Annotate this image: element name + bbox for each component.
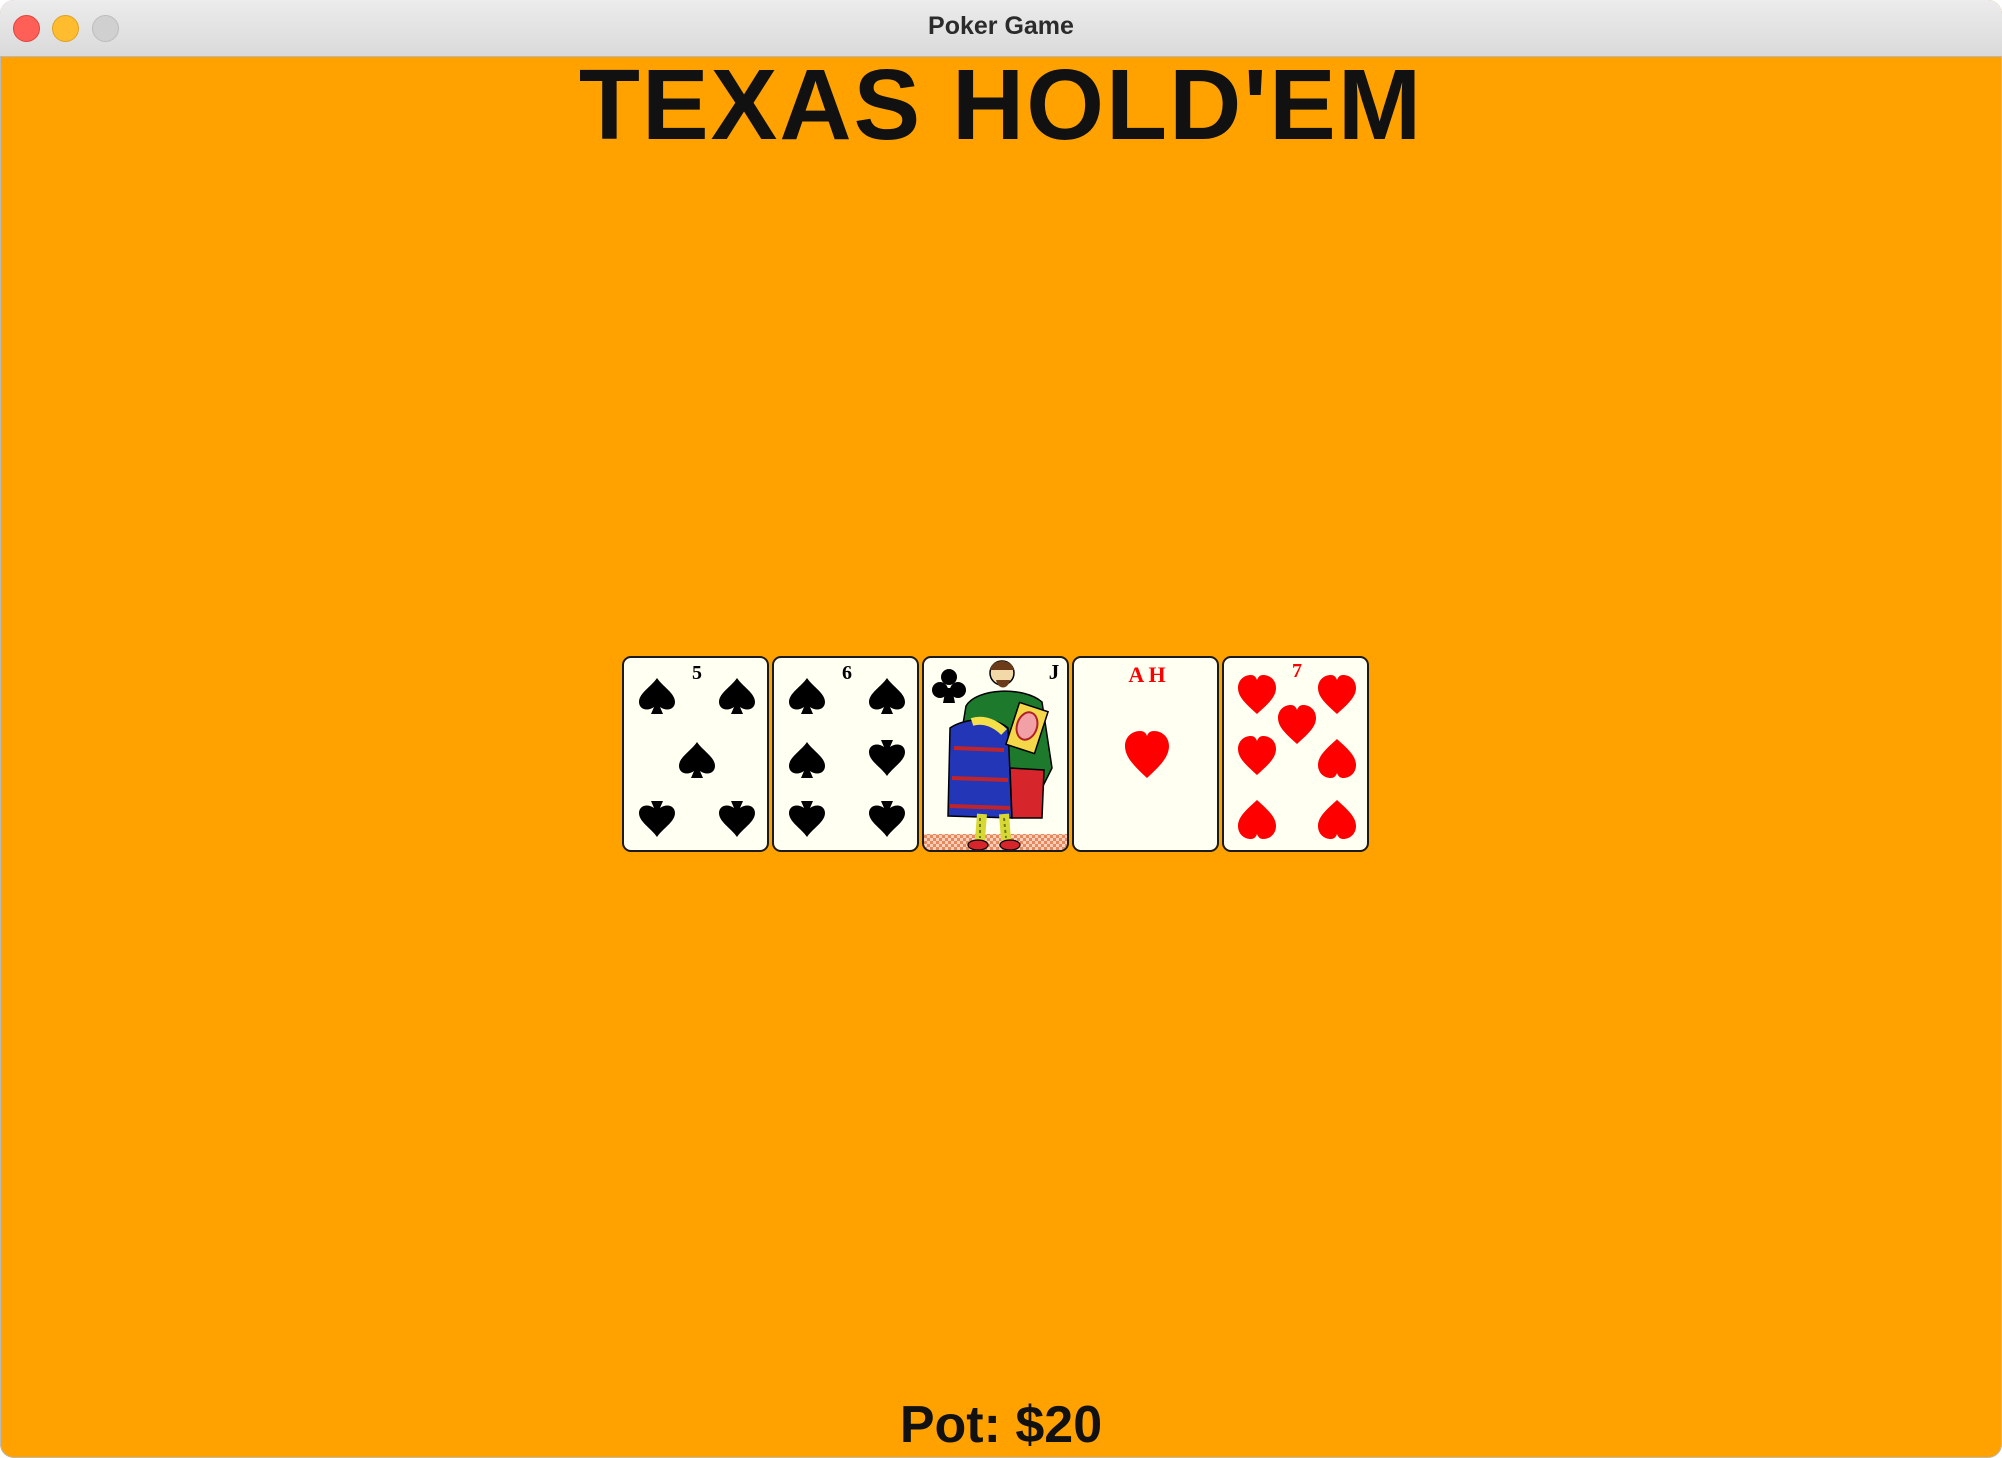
card-rank: 7	[1292, 660, 1302, 682]
card-ace-hearts[interactable]: A H	[1072, 656, 1219, 852]
card-rank: 5	[692, 662, 702, 684]
card-rank: 6	[842, 662, 852, 684]
pot-label: Pot: $20	[899, 1396, 1103, 1454]
card-5-spades[interactable]: 5	[622, 656, 769, 852]
spade-pips-icon	[639, 678, 755, 837]
window-title: Poker Game	[928, 12, 1074, 40]
jack-figure-icon	[924, 660, 1067, 850]
card-6-spades[interactable]: 6	[772, 656, 919, 852]
card-7-hearts[interactable]: 7	[1222, 656, 1369, 852]
game-window: Poker Game TEXAS HOLD'EM 5 6 J A H 7 Pot…	[0, 0, 2002, 1458]
card-rank: J	[1048, 660, 1060, 684]
card-jack-clubs[interactable]: J	[922, 656, 1069, 852]
heart-pips-icon	[1238, 675, 1356, 839]
card-rank: A H	[1128, 662, 1166, 687]
community-cards: 5 6 J A H 7	[622, 656, 1372, 854]
game-title: TEXAS HOLD'EM	[578, 49, 1424, 161]
spade-pips-icon	[789, 678, 905, 837]
